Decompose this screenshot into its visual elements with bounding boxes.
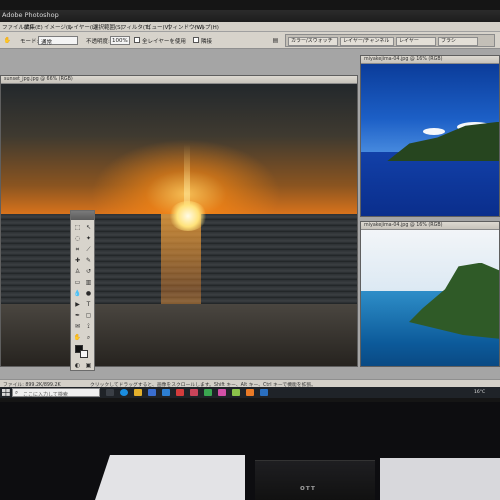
app-icon[interactable] [260,389,268,396]
document-window-ocean-top[interactable]: miyakejima-04.jpg @ 16% (RGB) [360,55,500,217]
app-icon[interactable] [246,389,254,396]
lasso-tool-icon[interactable]: ◌ [73,234,82,243]
shore [1,303,357,366]
opacity-input[interactable]: 100% [110,36,130,45]
all-layers-label: 全レイヤーを使用 [142,39,186,45]
mode-label: モード: [20,39,39,45]
all-layers-checkbox[interactable] [134,37,140,43]
paper-left [95,455,245,500]
contiguous-label: 隣接 [201,39,213,45]
pen-tool-icon[interactable]: ✒ [73,311,82,320]
document-window-sunset[interactable]: sunset_jpg.jpg @ 66% (RGB) [0,75,358,367]
app-icon[interactable] [204,389,212,396]
task-view-icon[interactable] [106,389,114,396]
well-tab-color[interactable]: カラー/スウォッチ [288,37,338,46]
options-bar: ✋ モード: 通常 不透明度: 100% 全レイヤーを使用 隣接 ▤ カラー/ス… [0,32,500,49]
windows-start-icon[interactable] [2,389,10,396]
taskbar-search[interactable]: ⌕ ここに入力して検索 [12,388,100,398]
paper-right [380,458,500,500]
history-brush-icon[interactable]: ↺ [84,267,93,276]
ocean-bottom-canvas[interactable] [361,230,499,366]
ocean-top-canvas[interactable] [361,64,499,216]
opacity-value: 100% [112,38,128,44]
path-select-icon[interactable]: ▶ [73,300,82,309]
well-tab-brush[interactable]: ブラシ [438,37,478,46]
well-tab-layers[interactable]: レイヤー/チャンネル [340,37,394,46]
well-tab-layer[interactable]: レイヤー [396,37,436,46]
weather-temperature[interactable]: 16°C [474,390,485,395]
slice-tool-icon[interactable]: ⟋ [84,245,93,254]
notes-tool-icon[interactable]: ✉ [73,322,82,331]
hand-tool-icon[interactable]: ✋ [3,36,12,45]
crop-tool-icon[interactable]: ⌗ [73,245,82,254]
app-title: Adobe Photoshop [2,11,59,19]
sun [169,201,207,231]
menu-help[interactable]: ヘルプ(H) [194,23,219,31]
window-controls [337,77,355,92]
move-tool-icon[interactable]: ↖ [84,223,93,232]
document-title: miyakejima-04.jpg @ 16% (RGB) [364,57,443,62]
document-titlebar[interactable]: miyakejima-04.jpg @ 16% (RGB) [361,222,499,230]
edge-icon[interactable] [120,389,128,396]
file-explorer-icon[interactable] [134,389,142,396]
app-icon[interactable] [218,389,226,396]
document-titlebar[interactable]: miyakejima-04.jpg @ 16% (RGB) [361,56,499,64]
gradient-tool-icon[interactable]: ▥ [84,278,93,287]
type-tool-icon[interactable]: T [84,300,93,309]
quick-mask-icon[interactable]: ◐ [73,361,82,370]
magic-wand-icon[interactable]: ✦ [84,234,93,243]
dodge-tool-icon[interactable]: ● [84,289,93,298]
search-placeholder: ここに入力して検索 [23,391,68,398]
shape-tool-icon[interactable]: ▢ [84,311,93,320]
sunset-canvas[interactable] [1,84,357,366]
contiguous-checkbox[interactable] [193,37,199,43]
marquee-tool-icon[interactable]: ⬚ [73,223,82,232]
mail-icon[interactable] [162,389,170,396]
document-window-ocean-bottom[interactable]: miyakejima-04.jpg @ 16% (RGB) [360,221,500,367]
document-titlebar[interactable]: sunset_jpg.jpg @ 66% (RGB) [1,76,357,92]
opacity-label: 不透明度: [86,39,110,45]
eraser-tool-icon[interactable]: ▭ [73,278,82,287]
stamp-tool-icon[interactable]: ♙ [73,267,82,276]
document-title: miyakejima-04.jpg @ 16% (RGB) [364,223,443,228]
menu-edit[interactable]: 編集(E) [24,23,43,31]
mode-select[interactable]: 通常 [38,36,78,46]
healing-brush-icon[interactable]: ✚ [73,256,82,265]
screen-mode-icon[interactable]: ▣ [84,361,93,370]
document-title: sunset_jpg.jpg @ 66% (RGB) [4,77,73,82]
store-icon[interactable] [148,389,156,396]
monitor-logo: ᴏᴛᴛ [300,484,316,492]
hand-tool-icon[interactable]: ✋ [73,333,82,342]
toolbox-header[interactable] [71,211,94,220]
app-icon[interactable] [190,389,198,396]
brush-tool-icon[interactable]: ✎ [84,256,93,265]
windows-taskbar: ⌕ ここに入力して検索 16°C [0,387,500,398]
monitor-screen: Adobe Photoshop ファイル(F) 編集(E) イメージ(I) レイ… [0,10,500,398]
zoom-tool-icon[interactable]: ⌕ [84,333,93,342]
cloud [423,128,445,135]
background-color-swatch[interactable] [80,350,88,358]
monitor-stand [255,460,375,500]
toolbox: ⬚ ↖ ◌ ✦ ⌗ ⟋ ✚ ✎ ♙ ↺ ▭ ▥ 💧 ● ▶ T ✒ ▢ ✉ ⟟ … [70,210,95,371]
mode-value: 通常 [41,40,53,46]
file-browser-icon[interactable]: ▤ [271,36,280,45]
app-icon[interactable] [176,389,184,396]
blur-tool-icon[interactable]: 💧 [73,289,82,298]
ocean [361,152,499,216]
app-icon[interactable] [232,389,240,396]
workspace: sunset_jpg.jpg @ 66% (RGB) miyakejima-04… [0,49,500,379]
palette-well: カラー/スウォッチ レイヤー/チャンネル レイヤー ブラシ [285,34,495,47]
status-bar: ファイル: 899.2K/899.2K クリックしてドラッグすると、画像をスクロ… [0,379,500,388]
eyedropper-icon[interactable]: ⟟ [84,322,93,331]
search-icon: ⌕ [15,390,19,396]
menu-select[interactable]: 選択範囲(S) [93,23,123,31]
app-titlebar: Adobe Photoshop [0,10,500,22]
menu-bar: ファイル(F) 編集(E) イメージ(I) レイヤー(L) 選択範囲(S) フィ… [0,22,500,32]
